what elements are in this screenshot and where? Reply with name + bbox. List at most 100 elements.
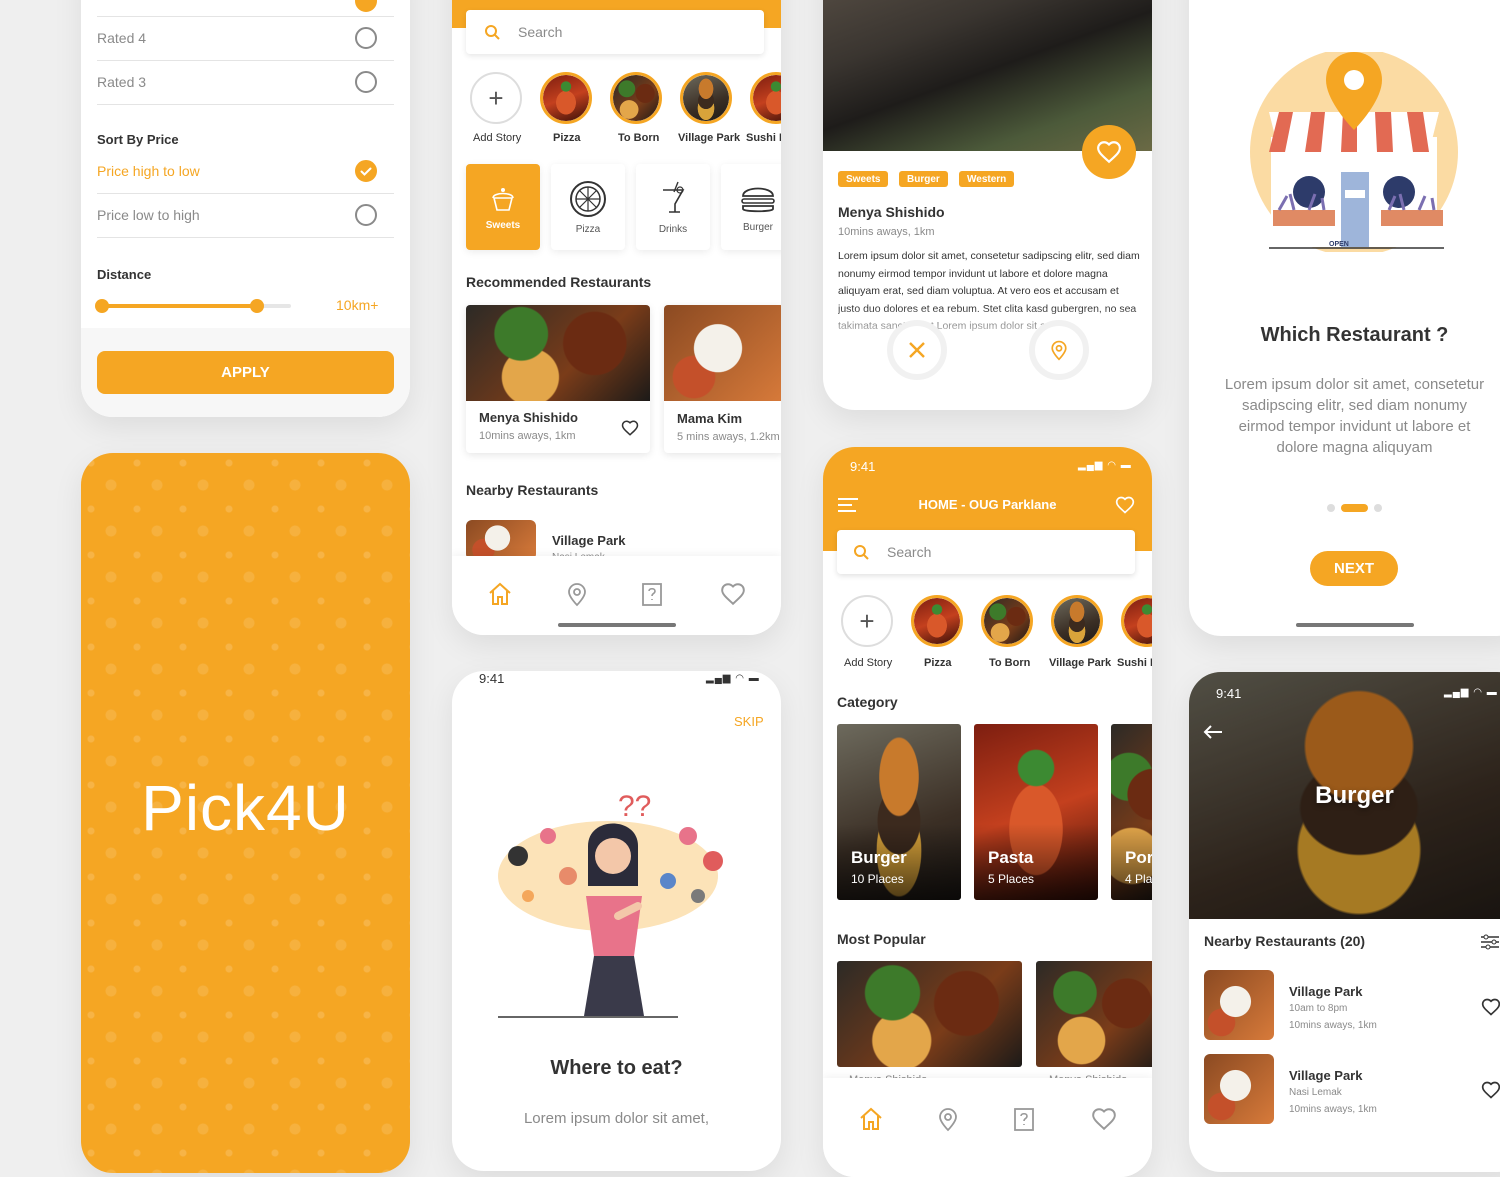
restaurant-card[interactable]: Mama Kim 5 mins aways, 1.2km (664, 305, 781, 453)
menu-book-icon[interactable] (1011, 1106, 1037, 1132)
price-high-radio[interactable] (355, 160, 377, 182)
favorite-button[interactable] (1082, 125, 1136, 179)
locate-button[interactable] (1029, 320, 1089, 380)
story-toborn[interactable] (981, 595, 1033, 647)
story-label: Sushi M (746, 132, 781, 144)
nearby-name: Village Park (552, 533, 626, 548)
story-label: To Born (989, 657, 1031, 669)
restaurant-name: Menya Shishido (479, 410, 578, 425)
category-pizza[interactable]: Pizza (551, 164, 625, 250)
price-low-radio[interactable] (355, 204, 377, 226)
restaurant-detail-screen: Sweets Burger Western Menya Shishido 10m… (823, 0, 1152, 410)
filter-sliders-icon[interactable] (1480, 934, 1500, 950)
heart-icon[interactable] (1115, 495, 1135, 515)
story-villagepark[interactable] (1051, 595, 1103, 647)
next-button[interactable]: NEXT (1310, 551, 1398, 586)
open-sign: OPEN (1329, 241, 1349, 248)
pizza-icon (570, 180, 606, 217)
home-indicator (558, 623, 676, 627)
category-card-burger[interactable]: Burger 10 Places (837, 724, 961, 900)
rated3-radio[interactable] (355, 71, 377, 93)
onboarding-where-to-eat: 9:41 ▂▄▆ ◠ ▬ SKIP ?? Where to eat? Lorem… (452, 671, 781, 1171)
heart-icon[interactable] (1091, 1106, 1117, 1132)
story-sushi[interactable] (1121, 595, 1152, 647)
restaurant-storefront-illustration (1250, 52, 1458, 252)
story-pizza[interactable] (911, 595, 963, 647)
check-icon (360, 167, 372, 176)
popular-card[interactable] (837, 961, 1022, 1067)
svg-text:??: ?? (618, 790, 651, 823)
category-drinks[interactable]: Drinks (636, 164, 710, 250)
restaurant-thumb (1204, 970, 1274, 1040)
back-arrow-icon[interactable] (1203, 724, 1223, 740)
restaurant-list-item[interactable]: Village Park 10am to 8pm 10mins aways, 1… (1204, 970, 1500, 1044)
story-label: Village Park (678, 132, 741, 144)
story-label: Pizza (924, 657, 952, 669)
home-screen-2: 9:41 ▂▄▆ ◠ ▬ HOME - OUG Parklane Search … (823, 447, 1152, 1177)
splash-screen: Pick4U (81, 453, 410, 1173)
distance-slider[interactable] (95, 299, 291, 313)
restaurant-meta: 10mins aways, 1km (838, 226, 935, 238)
category-card-pasta[interactable]: Pasta 5 Places (974, 724, 1098, 900)
location-icon[interactable] (935, 1106, 961, 1132)
location-title[interactable]: HOME - OUG Parklane (823, 497, 1152, 512)
restaurant-card[interactable]: Menya Shishido 10mins aways, 1km (466, 305, 650, 453)
onboard-title: Which Restaurant ? (1260, 324, 1449, 346)
home-icon[interactable] (487, 581, 513, 607)
recommended-heading: Recommended Restaurants (466, 274, 652, 290)
heart-icon[interactable] (1481, 997, 1500, 1017)
story-label: To Born (618, 132, 660, 144)
category-burger[interactable]: Burger (721, 164, 781, 250)
category-sweets[interactable]: Sweets (466, 164, 540, 250)
divider (97, 16, 394, 17)
dismiss-button[interactable] (887, 320, 947, 380)
story-villagepark[interactable] (680, 72, 732, 124)
story-label: Pizza (553, 132, 581, 144)
heart-icon[interactable] (1481, 1080, 1500, 1100)
apply-button[interactable]: APPLY (97, 351, 394, 394)
home-icon[interactable] (858, 1106, 884, 1132)
rated5-radio[interactable] (355, 0, 377, 12)
price-high-option[interactable]: Price high to low (97, 163, 200, 179)
restaurant-name: Menya Shishido (838, 204, 945, 220)
slider-min-handle[interactable] (95, 299, 109, 313)
nearby-heading: Nearby Restaurants (466, 482, 599, 498)
status-time: 9:41 (1216, 686, 1242, 701)
category-count: 10 Places (851, 872, 904, 886)
popular-card[interactable] (1036, 961, 1152, 1067)
category-card-pork[interactable]: Por 4 Pla (1111, 724, 1152, 900)
skip-button[interactable]: SKIP (734, 714, 764, 729)
add-story-button[interactable]: + (470, 72, 522, 124)
rated4-radio[interactable] (355, 27, 377, 49)
story-label: Sushi M (1117, 657, 1152, 669)
close-icon (909, 342, 925, 358)
menu-book-icon[interactable] (639, 581, 665, 607)
restaurant-sub: Nasi Lemak (1289, 1087, 1342, 1098)
plus-icon: + (859, 605, 875, 636)
restaurant-meta: 5 mins aways, 1.2km (677, 431, 780, 443)
restaurant-meta: 10mins aways, 1km (1289, 1020, 1377, 1031)
story-pizza[interactable] (540, 72, 592, 124)
category-name: Por (1125, 848, 1152, 867)
divider (97, 104, 394, 105)
category-heading: Category (837, 694, 898, 710)
drink-icon (663, 181, 685, 213)
search-bar[interactable]: Search (466, 10, 764, 54)
restaurant-image (466, 305, 650, 401)
price-low-option[interactable]: Price low to high (97, 207, 200, 223)
nearby-heading: Nearby Restaurants (20) (1204, 933, 1366, 949)
location-icon[interactable] (564, 581, 590, 607)
home-screen-1: Search + Add Story Pizza To Born Village… (452, 0, 781, 635)
story-label: Add Story (844, 657, 893, 669)
search-bar[interactable]: Search (837, 530, 1135, 574)
story-toborn[interactable] (610, 72, 662, 124)
divider (97, 60, 394, 61)
heart-icon[interactable] (720, 581, 746, 607)
filter-screen: Rated 4 Rated 3 Sort By Price Price high… (81, 0, 410, 417)
add-story-button[interactable]: + (841, 595, 893, 647)
bottom-nav (452, 556, 781, 635)
story-sushi[interactable] (750, 72, 781, 124)
restaurant-list-item[interactable]: Village Park Nasi Lemak 10mins aways, 1k… (1204, 1054, 1500, 1128)
heart-icon[interactable] (621, 419, 639, 437)
slider-max-handle[interactable] (250, 299, 264, 313)
